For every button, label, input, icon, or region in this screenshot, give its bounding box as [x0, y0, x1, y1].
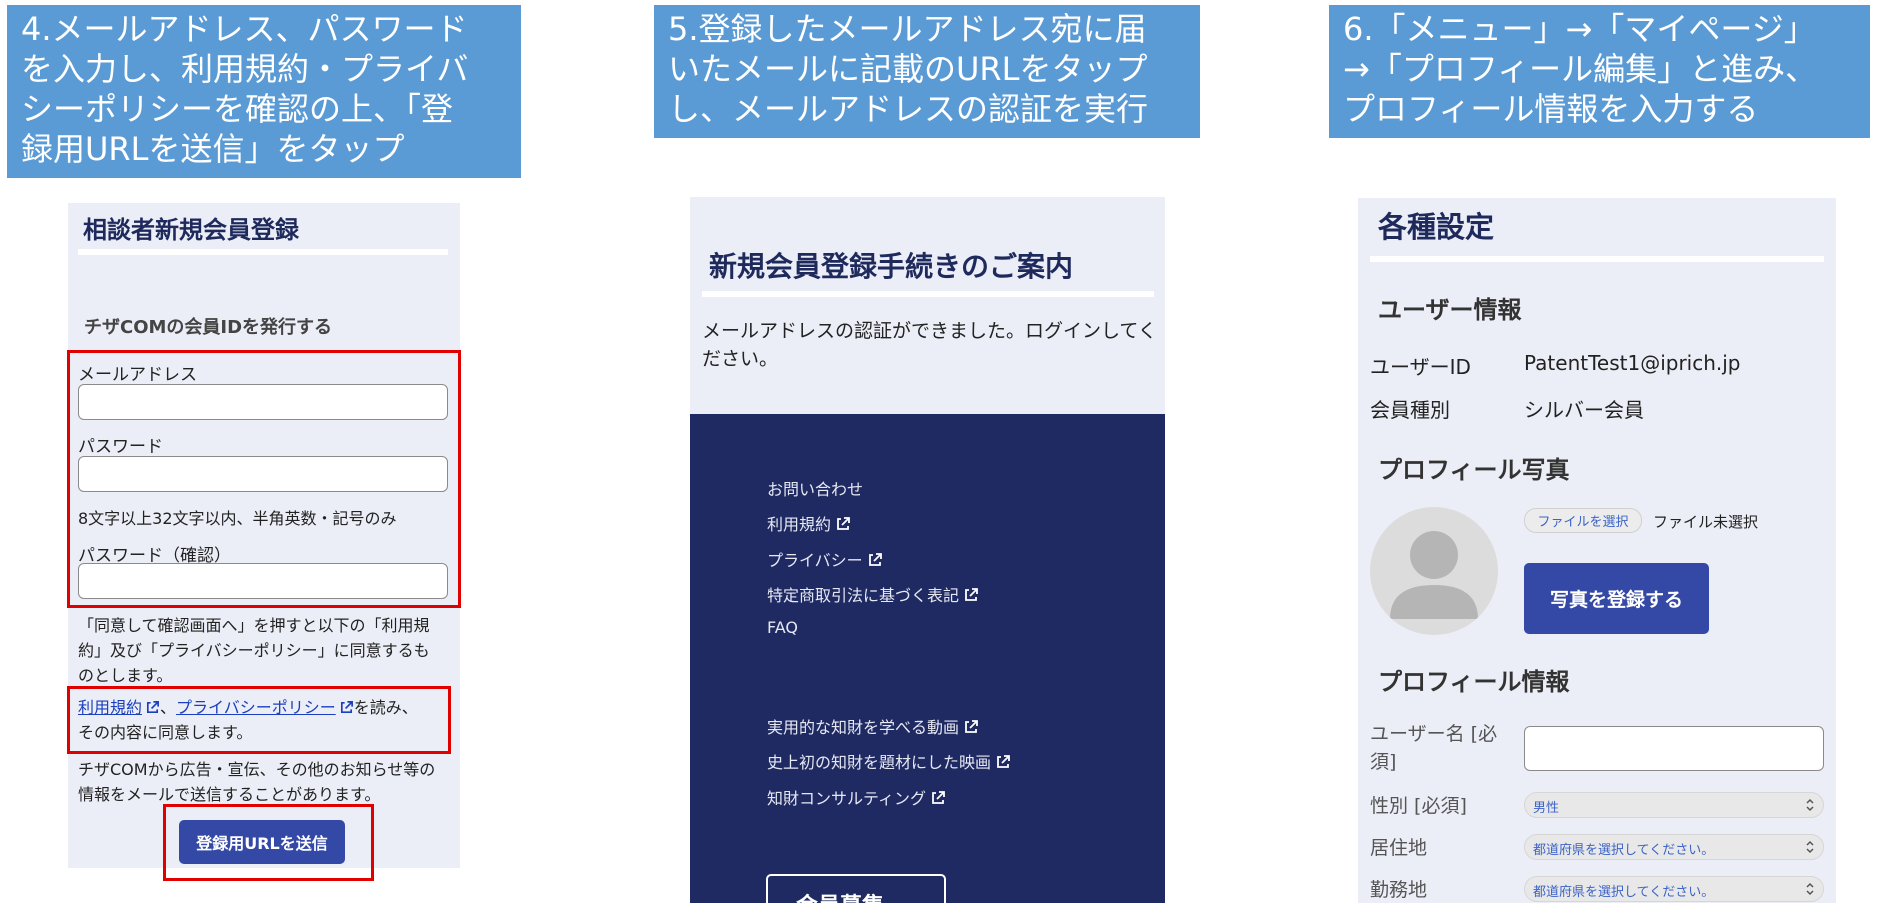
gender-select[interactable]: 男性: [1524, 792, 1824, 818]
choose-file-button[interactable]: ファイルを選択: [1524, 508, 1642, 533]
register-photo-button[interactable]: 写真を登録する: [1524, 563, 1709, 634]
banner-line: いたメールに記載のURLをタップ: [668, 50, 1148, 88]
verification-message: メールアドレスの認証ができました。ログインしてください。: [702, 320, 1157, 370]
user-id-label: ユーザーID: [1370, 355, 1471, 379]
chevron-updown-icon: [1806, 840, 1814, 854]
user-avatar-icon: [1370, 507, 1498, 635]
username-label: ユーザー名 [必 須]: [1370, 720, 1497, 776]
external-link-icon: [965, 588, 978, 601]
title-divider: [78, 249, 448, 255]
footer-link-contact[interactable]: お問い合わせ: [767, 476, 863, 500]
chevron-updown-icon: [1806, 882, 1814, 896]
banner-line: 6.「メニュー」→「マイページ」: [1343, 10, 1816, 48]
footer-link-videos[interactable]: 実用的な知財を学べる動画: [767, 714, 979, 738]
workplace-select[interactable]: 都道府県を選択してください。: [1524, 876, 1824, 902]
chevron-updown-icon: [1806, 798, 1814, 812]
consent-text: 「同意して確認画面へ」を押すと以下の「利用規 約」及び「プライバシーポリシー」に…: [78, 613, 430, 688]
step6-banner: 6.「メニュー」→「マイページ」 →「プロフィール編集」と進み、 プロフィール情…: [1329, 5, 1870, 138]
username-label-line: ユーザー名 [必: [1370, 723, 1498, 745]
user-info-heading: ユーザー情報: [1378, 296, 1522, 324]
ads-notice: チザCOMから広告・宣伝、その他のお知らせ等の 情報をメールで送信することがあり…: [78, 757, 435, 807]
footer-link-label: お問い合わせ: [767, 480, 864, 499]
footer-link-privacy[interactable]: プライバシー: [767, 547, 883, 571]
title-divider: [702, 291, 1154, 297]
banner-line: し、メールアドレスの認証を実行: [668, 90, 1149, 128]
member-recruit-button[interactable]: 会員募集: [766, 874, 946, 903]
member-type-value: シルバー会員: [1524, 398, 1644, 422]
profile-photo-heading: プロフィール写真: [1378, 456, 1570, 484]
banner-line: プロフィール情報を入力する: [1343, 90, 1759, 128]
consent-line: 「同意して確認画面へ」を押すと以下の「利用規: [78, 616, 430, 635]
gender-label: 性別 [必須]: [1370, 795, 1467, 817]
workplace-select-value: 都道府県を選択してください。: [1533, 885, 1715, 900]
username-label-line: 須]: [1370, 751, 1397, 773]
footer-link-faq[interactable]: FAQ: [767, 618, 798, 637]
file-status: ファイル未選択: [1653, 513, 1759, 531]
gender-select-value: 男性: [1533, 801, 1560, 816]
banner-line: →「プロフィール編集」と進み、: [1343, 50, 1818, 88]
page-title: 各種設定: [1378, 210, 1495, 244]
highlight-form-fields: [67, 350, 461, 608]
highlight-agreement: [67, 686, 451, 754]
residence-label: 居住地: [1370, 837, 1428, 859]
highlight-submit: [163, 804, 374, 881]
external-link-icon: [837, 517, 850, 530]
username-input[interactable]: [1524, 726, 1824, 771]
workplace-label: 勤務地: [1370, 879, 1428, 901]
consent-line: 約」及び「プライバシーポリシー」に同意するも: [78, 641, 430, 660]
residence-select[interactable]: 都道府県を選択してください。: [1524, 834, 1824, 860]
step4-banner: 4.メールアドレス、パスワード を入力し、利用規約・プライバ シーポリシーを確認…: [7, 5, 521, 178]
settings-screen: 各種設定 ユーザー情報 ユーザーID PatentTest1@iprich.jp…: [1358, 198, 1836, 903]
footer-link-label: 利用規約: [767, 515, 832, 534]
footer-link-terms[interactable]: 利用規約: [767, 511, 851, 535]
banner-line: 5.登録したメールアドレス宛に届: [668, 10, 1147, 48]
footer-link-label: 知財コンサルティング: [767, 789, 927, 808]
profile-info-heading: プロフィール情報: [1378, 668, 1570, 696]
consent-line: のとします。: [78, 666, 173, 685]
footer-link-label: プライバシー: [767, 551, 863, 570]
ads-line: チザCOMから広告・宣伝、その他のお知らせ等の: [78, 760, 436, 779]
footer-link-movie[interactable]: 史上初の知財を題材にした映画: [767, 749, 1011, 773]
banner-line: シーポリシーを確認の上、「登: [21, 90, 454, 128]
banner-line: を入力し、利用規約・プライバ: [21, 50, 469, 88]
footer-link-label: 史上初の知財を題材にした映画: [767, 753, 992, 772]
user-id-value: PatentTest1@iprich.jp: [1524, 351, 1741, 375]
residence-select-value: 都道府県を選択してください。: [1533, 843, 1715, 858]
banner-line: 4.メールアドレス、パスワード: [21, 10, 468, 48]
page-title: 新規会員登録手続きのご案内: [709, 250, 1074, 283]
footer-link-consulting[interactable]: 知財コンサルティング: [767, 785, 946, 809]
section-subtitle: チザCOMの会員IDを発行する: [84, 317, 333, 338]
member-type-label: 会員種別: [1370, 398, 1450, 422]
external-link-icon: [965, 720, 978, 733]
verification-screen: 新規会員登録手続きのご案内 メールアドレスの認証ができました。ログインしてくださ…: [690, 197, 1165, 414]
step5-banner: 5.登録したメールアドレス宛に届 いたメールに記載のURLをタップ し、メールア…: [654, 5, 1200, 138]
external-link-icon: [932, 791, 945, 804]
footer-link-label: FAQ: [767, 618, 798, 637]
site-footer: お問い合わせ 利用規約 プライバシー 特定商取引法に基づく表記 FAQ 実用的な…: [690, 414, 1165, 903]
footer-link-commerce-law[interactable]: 特定商取引法に基づく表記: [767, 582, 979, 606]
footer-link-label: 特定商取引法に基づく表記: [767, 586, 960, 605]
page-title: 相談者新規会員登録: [83, 216, 299, 244]
footer-link-label: 実用的な知財を学べる動画: [767, 718, 960, 737]
external-link-icon: [997, 755, 1010, 768]
external-link-icon: [868, 553, 882, 566]
title-divider: [1370, 256, 1824, 262]
banner-line: 録用URLを送信」をタップ: [21, 130, 405, 168]
